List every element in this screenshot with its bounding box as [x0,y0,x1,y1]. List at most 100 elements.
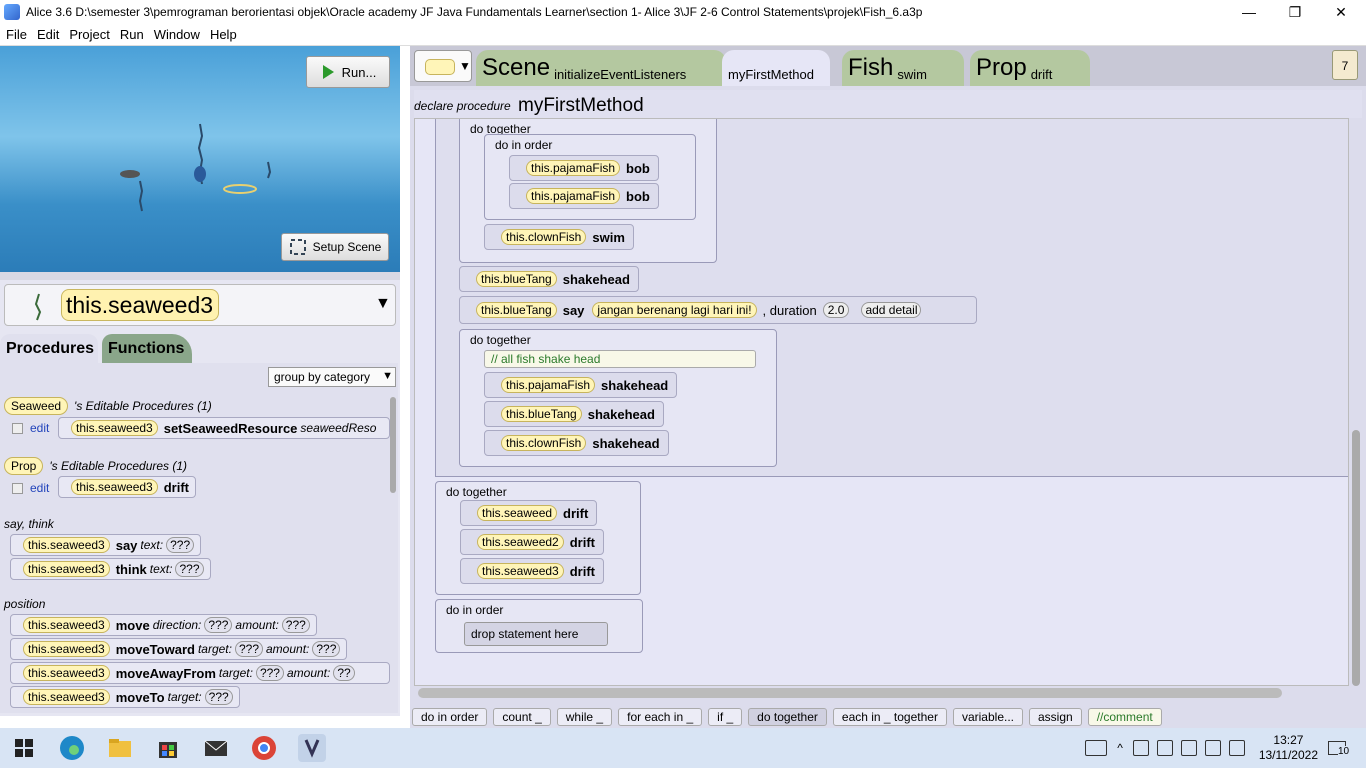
statement-bluetang-shakehead-2[interactable]: this.blueTang shakehead [484,401,664,427]
code-vscroll[interactable] [1352,430,1360,686]
security-icon[interactable] [1156,740,1173,756]
menu-help[interactable]: Help [210,27,237,42]
object-chip[interactable]: this.seaweed2 [477,534,564,550]
file-explorer-icon[interactable] [106,734,134,762]
edit-checkbox[interactable] [12,423,23,434]
type-selector[interactable]: ▼ [414,50,472,82]
do-together-button[interactable]: do together [748,708,827,726]
comment-statement[interactable]: // all fish shake head [484,350,756,368]
statement-pajama-bob-1[interactable]: this.pajamaFish bob [509,155,659,181]
drop-statement-placeholder[interactable]: drop statement here [464,622,608,646]
menu-project[interactable]: Project [69,27,109,42]
think-tile[interactable]: this.seaweed3 think text: ??? [10,558,211,580]
do-together-block-2[interactable]: do together // all fish shake head this.… [459,329,777,467]
do-together-block-3[interactable]: do together this.seaweed drift this.seawe… [435,481,641,595]
for-each-in-button[interactable]: for each in _ [618,708,703,726]
chrome-icon[interactable] [250,734,278,762]
param-value[interactable]: ??? [204,617,233,633]
param-value[interactable]: ??? [255,665,284,681]
duration-value[interactable]: 2.0 [822,302,850,318]
move-away-from-tile[interactable]: this.seaweed3 moveAwayFrom target: ??? a… [10,662,390,684]
procedure-list-vscroll[interactable] [390,397,396,493]
do-in-order-block[interactable]: do in order this.pajamaFish bob this.paja… [484,134,696,220]
add-detail-dropdown[interactable]: add detail [861,302,922,318]
object-chip[interactable]: this.blueTang [476,302,557,318]
notification-icon[interactable]: 10 [1328,738,1352,758]
edit-checkbox[interactable] [12,483,23,494]
panel-splitter[interactable] [0,272,400,280]
volume-icon[interactable] [1204,740,1221,756]
tab-drift[interactable]: drift [1031,67,1053,82]
setup-scene-button[interactable]: Setup Scene [281,233,389,261]
tab-scene[interactable]: Scene initializeEventListeners [476,50,726,86]
group-by-dropdown[interactable]: group by category ▼ [268,367,396,387]
edge-browser-icon[interactable] [58,734,86,762]
object-chip[interactable]: this.pajamaFish [526,160,621,176]
run-button[interactable]: Run... [306,56,390,88]
param-value[interactable]: ?? [333,665,355,681]
if-button[interactable]: if _ [708,708,743,726]
count-button[interactable]: count _ [493,708,551,726]
statement-pajama-bob-2[interactable]: this.pajamaFish bob [509,183,659,209]
tab-prop[interactable]: Prop drift [970,50,1090,86]
clipboard-icon[interactable]: 7 [1332,50,1358,80]
statement-bluetang-shakehead[interactable]: this.blueTang shakehead [459,266,639,292]
param-value[interactable]: ??? [166,537,195,553]
param-value[interactable]: ??? [312,641,341,657]
tab-my-first-method[interactable]: myFirstMethod [722,50,830,86]
statement-seaweed3-drift[interactable]: this.seaweed3 drift [460,558,604,584]
alice-taskbar-icon[interactable] [298,734,326,762]
minimize-button[interactable]: — [1226,0,1272,24]
mail-icon[interactable] [202,734,230,762]
do-in-order-button[interactable]: do in order [412,708,488,726]
comment-button[interactable]: //comment [1087,708,1162,726]
say-text-value[interactable]: jangan berenang lagi hari ini! [592,302,757,318]
statement-clown-shakehead[interactable]: this.clownFish shakehead [484,430,669,456]
menu-run[interactable]: Run [120,27,144,42]
object-chip[interactable]: this.seaweed3 [477,563,564,579]
param-value[interactable]: ??? [234,641,263,657]
do-in-order-block-2[interactable]: do in order drop statement here [435,599,643,653]
object-chip[interactable]: this.pajamaFish [501,377,596,393]
object-chip[interactable]: this.pajamaFish [526,188,621,204]
object-chip[interactable]: this.blueTang [501,406,582,422]
tab-procedures[interactable]: Procedures [0,334,98,364]
say-tile[interactable]: this.seaweed3 say text: ??? [10,534,202,556]
code-hscroll[interactable] [418,688,1282,698]
tab-swim[interactable]: swim [897,67,927,82]
param-value[interactable]: ??? [204,689,233,705]
do-together-block-1[interactable]: do together do in order this.pajamaFish b… [459,119,717,263]
statement-bluetang-say[interactable]: this.blueTang say jangan berenang lagi h… [459,296,977,324]
drift-tile[interactable]: this.seaweed3 drift [58,476,196,498]
windows-start-icon[interactable] [10,734,38,762]
tab-functions[interactable]: Functions [102,334,192,364]
param-value[interactable]: ??? [175,561,204,577]
chevron-down-icon[interactable]: ▼ [375,295,391,313]
menu-file[interactable]: File [6,27,27,42]
object-chip[interactable]: this.clownFish [501,435,587,451]
object-chip[interactable]: this.seaweed [477,505,558,521]
edit-link[interactable]: edit [30,481,49,495]
move-to-tile[interactable]: this.seaweed3 moveTo target: ??? [10,686,240,708]
clock[interactable]: 13:27 13/11/2022 [1259,733,1318,763]
close-button[interactable]: ✕ [1318,0,1364,24]
restore-button[interactable]: ❐ [1272,0,1318,24]
keyboard-icon[interactable] [1085,740,1108,756]
battery-icon[interactable] [1180,740,1197,756]
move-toward-tile[interactable]: this.seaweed3 moveToward target: ??? amo… [10,638,348,660]
object-chip[interactable]: this.clownFish [501,229,587,245]
statement-pajama-shakehead[interactable]: this.pajamaFish shakehead [484,372,678,398]
edit-link[interactable]: edit [30,421,49,435]
statement-seaweed-drift[interactable]: this.seaweed drift [460,500,598,526]
assign-button[interactable]: assign [1029,708,1082,726]
chevron-up-icon[interactable]: ^ [1117,741,1123,755]
statement-seaweed2-drift[interactable]: this.seaweed2 drift [460,529,604,555]
wifi-icon[interactable] [1228,740,1245,756]
tab-initialize-event-listeners[interactable]: initializeEventListeners [554,67,686,82]
menu-window[interactable]: Window [154,27,200,42]
store-icon[interactable] [154,734,182,762]
network-icon[interactable] [1132,740,1149,756]
statement-clown-swim[interactable]: this.clownFish swim [484,224,634,250]
object-selector[interactable]: this.seaweed3 ▼ [4,284,396,326]
variable-button[interactable]: variable... [952,708,1023,726]
